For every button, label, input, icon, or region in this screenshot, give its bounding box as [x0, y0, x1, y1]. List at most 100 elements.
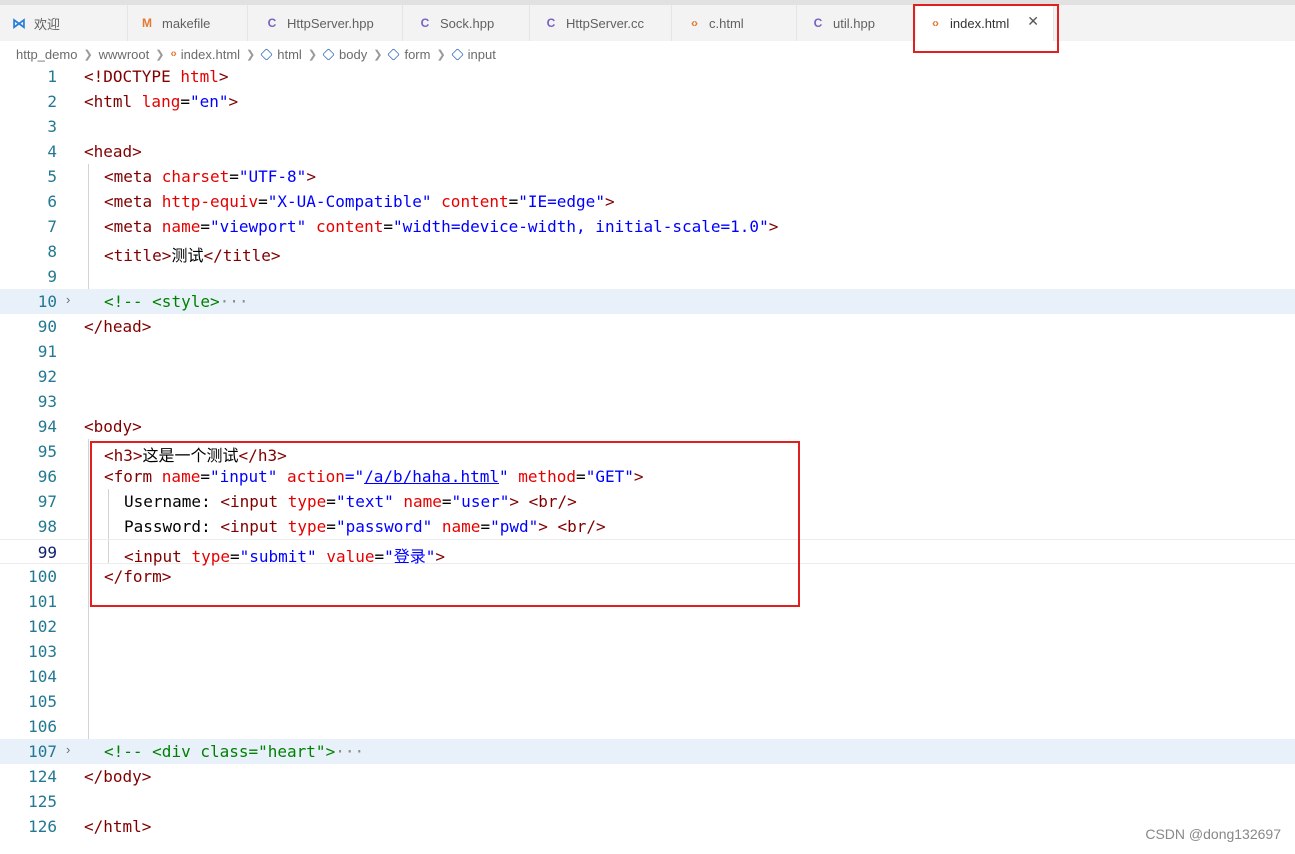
- code-line[interactable]: 93: [0, 389, 1295, 414]
- code-text: <!-- <style>···: [104, 292, 249, 311]
- code-line-folded[interactable]: 10 › <!-- <style>···: [0, 289, 1295, 314]
- breadcrumb-item[interactable]: form: [404, 47, 430, 62]
- breadcrumb-item[interactable]: body: [339, 47, 367, 62]
- tag-token: <html: [84, 92, 142, 111]
- line-number: 103: [28, 642, 57, 661]
- line-number: 104: [28, 667, 57, 686]
- line-number: 9: [47, 267, 57, 286]
- fold-chevron-icon[interactable]: ›: [66, 742, 70, 757]
- tab-welcome[interactable]: ⋈ 欢迎: [0, 5, 128, 41]
- code-text: <body>: [84, 417, 142, 436]
- tab-label: util.hpp: [833, 15, 875, 31]
- code-line[interactable]: 104: [0, 664, 1295, 689]
- breadcrumb-item[interactable]: input: [468, 47, 496, 62]
- fold-chevron-icon[interactable]: ›: [66, 292, 70, 307]
- code-line[interactable]: 124 </body>: [0, 764, 1295, 789]
- code-line[interactable]: 90 </head>: [0, 314, 1295, 339]
- code-text: <!DOCTYPE html>: [84, 67, 229, 86]
- line-number: 97: [37, 492, 57, 511]
- editor-tab-bar: ⋈ 欢迎 M makefile C HttpServer.hpp C Sock.…: [0, 5, 1295, 41]
- code-line[interactable]: 106: [0, 714, 1295, 739]
- code-line[interactable]: 126 </html>: [0, 814, 1295, 839]
- cpp-icon: C: [420, 16, 430, 30]
- line-number: 95: [37, 442, 57, 461]
- code-text: <meta http-equiv="X-UA-Compatible" conte…: [104, 192, 615, 211]
- tab-c-html[interactable]: ‹› c.html: [675, 5, 797, 41]
- breadcrumb-item[interactable]: wwwroot: [99, 47, 150, 62]
- tab-highlight-box: [913, 4, 1059, 53]
- tag-token: <title>: [104, 246, 172, 265]
- chevron-right-icon: ❯: [436, 48, 446, 61]
- tag-token: <!DOCTYPE: [84, 67, 181, 86]
- line-number: 99: [37, 543, 57, 562]
- code-line[interactable]: 8 <title>测试</title>: [0, 239, 1295, 265]
- code-line[interactable]: 102: [0, 614, 1295, 639]
- tag-token: >: [228, 92, 239, 111]
- line-number: 94: [37, 417, 57, 436]
- code-line[interactable]: 4 <head>: [0, 139, 1295, 164]
- line-number: 1: [47, 67, 57, 86]
- line-number: 2: [47, 92, 57, 111]
- breadcrumb-item[interactable]: http_demo: [16, 47, 77, 62]
- code-line[interactable]: 105: [0, 689, 1295, 714]
- tab-makefile[interactable]: M makefile: [128, 5, 248, 41]
- code-line[interactable]: 7 <meta name="viewport" content="width=d…: [0, 214, 1295, 239]
- code-line[interactable]: 2 <html lang="en">: [0, 89, 1295, 114]
- punct-token: =: [200, 217, 210, 236]
- code-line-folded[interactable]: 107 › <!-- <div class="heart">···: [0, 739, 1295, 764]
- code-line[interactable]: 1 <!DOCTYPE html>: [0, 64, 1295, 89]
- code-text: <html lang="en">: [84, 92, 238, 111]
- attr-token: http-equiv: [161, 192, 259, 211]
- tab-util-hpp[interactable]: C util.hpp: [799, 5, 915, 41]
- tab-httpserver-hpp[interactable]: C HttpServer.hpp: [253, 5, 403, 41]
- symbol-cube-icon: [322, 47, 335, 61]
- breadcrumb-item[interactable]: html: [277, 47, 302, 62]
- tab-label: HttpServer.hpp: [287, 15, 374, 31]
- code-line[interactable]: 3: [0, 114, 1295, 139]
- code-line[interactable]: 92: [0, 364, 1295, 389]
- line-number: 90: [37, 317, 57, 336]
- tab-label: Sock.hpp: [440, 15, 495, 31]
- code-text: </body>: [84, 767, 152, 786]
- tag-token: >: [306, 167, 316, 186]
- code-line[interactable]: 103: [0, 639, 1295, 664]
- tag-token: <meta: [104, 192, 162, 211]
- line-number: 105: [28, 692, 57, 711]
- chevron-right-icon: ❯: [83, 48, 93, 61]
- ellipsis-token[interactable]: ···: [335, 742, 364, 761]
- tab-httpserver-cc[interactable]: C HttpServer.cc: [532, 5, 672, 41]
- code-line[interactable]: 91: [0, 339, 1295, 364]
- code-line[interactable]: 9: [0, 264, 1295, 289]
- code-text: <meta charset="UTF-8">: [104, 167, 316, 186]
- value-token: "width=device-width, initial-scale=1.0": [393, 217, 769, 236]
- symbol-cube-icon: [260, 47, 273, 61]
- line-number: 92: [37, 367, 57, 386]
- code-line[interactable]: 125: [0, 789, 1295, 814]
- comment-token: <!--: [104, 742, 153, 761]
- code-line[interactable]: 5 <meta charset="UTF-8">: [0, 164, 1295, 189]
- watermark: CSDN @dong132697: [1145, 826, 1281, 842]
- line-number: 100: [28, 567, 57, 586]
- tab-sock-hpp[interactable]: C Sock.hpp: [406, 5, 530, 41]
- code-text: <meta name="viewport" content="width=dev…: [104, 217, 778, 236]
- line-number: 10: [37, 292, 57, 311]
- tab-label: makefile: [162, 15, 211, 31]
- tab-label: 欢迎: [34, 16, 61, 32]
- code-text: </head>: [84, 317, 152, 336]
- punct-token: =: [258, 192, 268, 211]
- line-number: 93: [37, 392, 57, 411]
- code-line[interactable]: 6 <meta http-equiv="X-UA-Compatible" con…: [0, 189, 1295, 214]
- code-line[interactable]: 94 <body>: [0, 414, 1295, 439]
- line-number: 98: [37, 517, 57, 536]
- line-number: 4: [47, 142, 57, 161]
- attr-token: name: [161, 217, 201, 236]
- code-text: <head>: [84, 142, 142, 161]
- comment-token: <!--: [104, 292, 153, 311]
- breadcrumb-item[interactable]: index.html: [181, 47, 240, 62]
- vscode-icon: ⋈: [12, 14, 26, 31]
- ellipsis-token[interactable]: ···: [220, 292, 249, 311]
- tab-label: c.html: [709, 15, 744, 31]
- value-token: "UTF-8": [238, 167, 307, 186]
